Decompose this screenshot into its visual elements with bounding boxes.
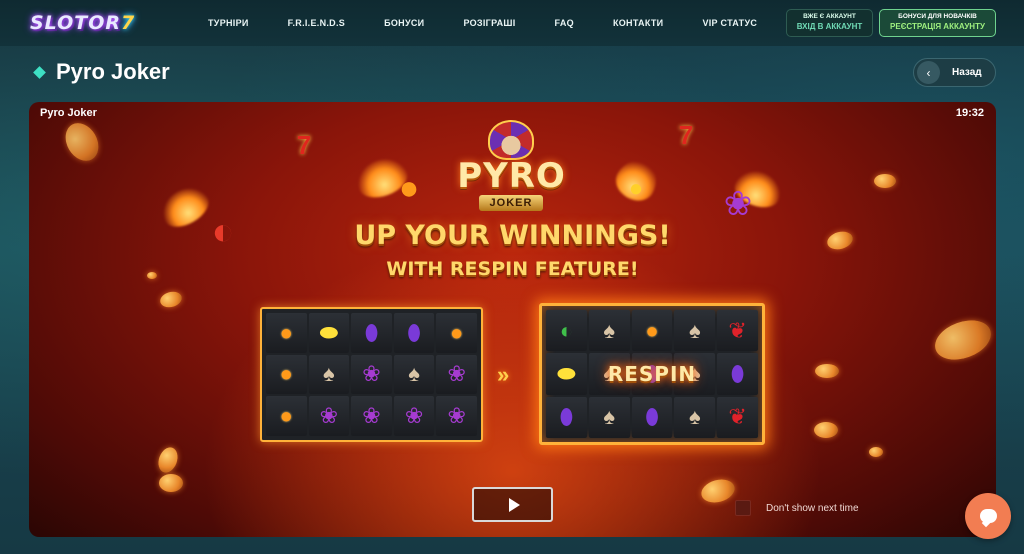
dont-show-option[interactable]: Don't show next time	[735, 500, 859, 516]
coin-icon	[59, 117, 105, 167]
logo-text: SLOTOR	[30, 12, 122, 34]
coin-icon	[158, 289, 184, 310]
orange-icon: ●	[266, 396, 307, 436]
grape-icon: ❀	[393, 396, 435, 436]
nav-friends[interactable]: F.R.I.E.N.D.S	[288, 18, 345, 28]
nav-giveaways[interactable]: РОЗІГРАШІ	[463, 18, 515, 28]
grape-icon: ❀	[723, 185, 753, 223]
chevron-left-icon: ‹	[917, 61, 940, 84]
grape-icon: ❀	[436, 354, 477, 395]
page-title: Pyro Joker	[56, 59, 170, 84]
logo-plate: JOKER	[479, 195, 543, 211]
lemon-icon: ⬬	[308, 313, 350, 353]
plum-icon: ⬮	[631, 396, 673, 438]
coin-icon	[159, 474, 183, 492]
coin-icon	[874, 174, 896, 188]
register-button-label: РЕЄСТРАЦІЯ АККАУНТУ	[890, 22, 985, 31]
nav-faq[interactable]: FAQ	[555, 18, 574, 28]
jester-icon	[488, 120, 534, 160]
seven-icon: 7	[296, 129, 312, 160]
logo-seven: 7	[121, 12, 136, 34]
orange-icon: ●	[266, 354, 307, 395]
dont-show-label: Don't show next time	[766, 502, 859, 514]
register-button[interactable]: БОНУСИ ДЛЯ НОВАЧКІВ РЕЄСТРАЦІЯ АККАУНТУ	[879, 9, 996, 37]
play-button[interactable]	[472, 487, 553, 522]
coin-icon	[698, 475, 738, 507]
game-clock: 19:32	[955, 107, 984, 119]
pyro-joker-logo: PYRO JOKER	[449, 120, 574, 212]
login-button[interactable]: ВЖЕ Є АККАУНТ ВХІД В АККАУНТ	[786, 9, 873, 37]
nav-tournaments[interactable]: ТУРНІРИ	[208, 18, 249, 28]
game-frame[interactable]: Pyro Joker 19:32 ◐ 7 ● ● 7 ❀ PYRO JOKER …	[29, 102, 996, 537]
page-title-row: Pyro Joker	[33, 59, 170, 85]
arrow-right-icon: »	[497, 362, 510, 387]
respin-banner: RESPIN	[607, 362, 697, 386]
joker-icon: ♠	[308, 354, 350, 395]
login-button-label: ВХІД В АККАУНТ	[796, 22, 863, 31]
site-logo[interactable]: SLOTOR 7	[30, 9, 152, 37]
joker-icon: ♠	[674, 396, 716, 438]
top-header: SLOTOR 7 ТУРНІРИ F.R.I.E.N.D.S БОНУСИ РОЗ…	[0, 0, 1024, 46]
joker-icon: ♠	[588, 396, 630, 438]
promo-subline: WITH RESPIN FEATURE!	[386, 258, 639, 280]
main-nav: ТУРНІРИ F.R.I.E.N.D.S БОНУСИ РОЗІГРАШІ F…	[208, 0, 796, 46]
seven-icon: 7	[678, 119, 694, 150]
game-frame-title: Pyro Joker	[40, 107, 97, 119]
grape-icon: ❀	[351, 396, 392, 436]
grape-icon: ❀	[436, 396, 477, 436]
chat-bubble-icon	[979, 509, 997, 523]
back-button[interactable]: ‹ Назад	[913, 58, 996, 87]
grape-icon: ❀	[351, 354, 392, 395]
plum-icon: ⬮	[546, 396, 587, 438]
register-button-caption: БОНУСИ ДЛЯ НОВАЧКІВ	[898, 13, 977, 20]
reel-grid-before: ● ⬬ ⬮ ⬮ ● ● ♠ ❀ ♠ ❀ ● ❀ ❀ ❀ ❀	[266, 313, 477, 436]
login-button-caption: ВЖЕ Є АККАУНТ	[803, 13, 856, 20]
joker-icon: ♠	[393, 354, 435, 395]
coin-icon	[815, 364, 839, 378]
coin-icon	[869, 447, 883, 457]
cherry-icon: ❦	[717, 396, 758, 438]
nav-vip-status[interactable]: VIP СТАТУС	[702, 18, 757, 28]
logo-word: PYRO	[457, 156, 566, 196]
nav-contacts[interactable]: КОНТАКТИ	[613, 18, 664, 28]
orange-icon: ●	[631, 310, 673, 352]
diamond-icon	[33, 65, 46, 79]
melon-icon: ◐	[546, 310, 587, 352]
orange-icon: ●	[266, 313, 307, 353]
back-button-label: Назад	[952, 67, 982, 78]
promo-headline: UP YOUR WINNINGS!	[354, 220, 671, 251]
orange-icon: ●	[398, 168, 420, 207]
coin-icon	[155, 444, 181, 476]
play-icon	[508, 497, 520, 512]
plum-icon: ⬮	[393, 313, 435, 353]
plum-icon: ⬮	[351, 313, 392, 353]
orange-icon: ●	[436, 313, 477, 353]
cherry-icon: ❦	[717, 310, 758, 352]
coin-icon	[929, 313, 996, 367]
chat-button[interactable]	[965, 493, 1011, 539]
coin-icon	[814, 422, 838, 438]
joker-icon: ♠	[588, 310, 630, 352]
dont-show-checkbox[interactable]	[735, 500, 751, 516]
reels-before: ● ⬬ ⬮ ⬮ ● ● ♠ ❀ ♠ ❀ ● ❀ ❀ ❀ ❀	[260, 307, 483, 442]
joker-icon: ♠	[674, 310, 716, 352]
nav-bonuses[interactable]: БОНУСИ	[384, 18, 424, 28]
lemon-icon: ●	[628, 175, 644, 202]
grape-icon: ❀	[308, 396, 350, 436]
